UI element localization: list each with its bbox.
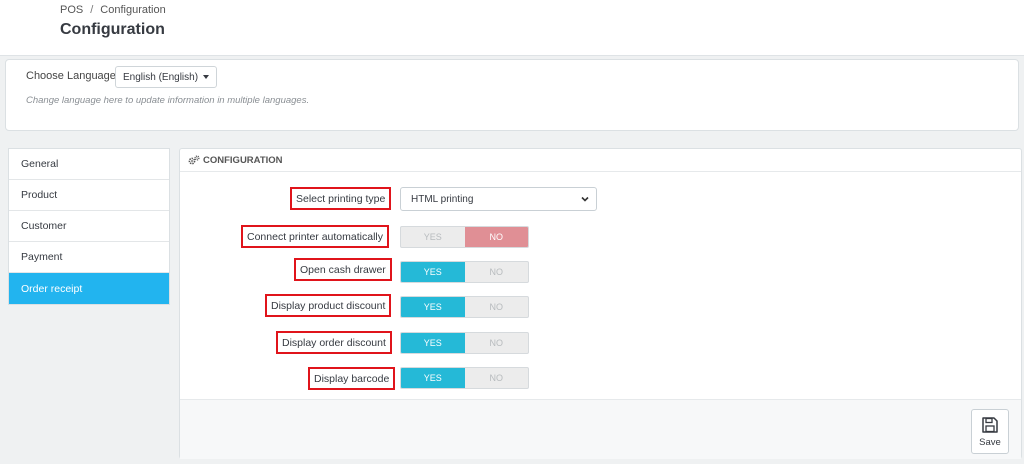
configuration-panel: CONFIGURATION Select printing type HTML … [179,148,1022,459]
connect-printer-label: Connect printer automatically [241,225,389,248]
save-button[interactable]: Save [971,409,1009,454]
tab-payment[interactable]: Payment [9,242,169,273]
language-label: Choose Language [26,70,116,82]
chevron-down-icon [581,196,589,202]
tab-order-receipt[interactable]: Order receipt [9,273,169,304]
order-discount-yes-option[interactable]: YES [401,333,465,353]
breadcrumb-separator: / [90,4,94,16]
product-discount-yes-option[interactable]: YES [401,297,465,317]
order-discount-switch: YES NO [400,332,529,354]
caret-down-icon [203,75,210,79]
save-label: Save [979,436,1001,448]
barcode-no-option[interactable]: NO [465,368,529,388]
connect-printer-no-option[interactable]: NO [464,227,528,247]
tab-general[interactable]: General [9,149,169,180]
barcode-switch: YES NO [400,367,529,389]
product-discount-switch: YES NO [400,296,529,318]
open-cash-drawer-label: Open cash drawer [294,258,392,281]
order-discount-label: Display order discount [276,331,392,354]
panel-heading-text: CONFIGURATION [203,154,283,166]
printing-type-label: Select printing type [290,187,392,210]
panel-footer [180,399,1021,459]
open-cash-drawer-yes-option[interactable]: YES [401,262,465,282]
printing-type-select[interactable]: HTML printing [400,187,597,211]
tab-customer[interactable]: Customer [9,211,169,242]
connect-printer-yes-option[interactable]: YES [401,227,465,247]
open-cash-drawer-switch: YES NO [400,261,529,283]
barcode-label: Display barcode [308,367,396,390]
settings-tabs: General Product Customer Payment Order r… [8,148,170,305]
connect-printer-switch: YES NO [400,226,529,248]
panel-heading: CONFIGURATION [180,149,1021,172]
order-discount-no-option[interactable]: NO [465,333,529,353]
breadcrumb: POS / Configuration [60,4,166,16]
language-selected-value: English (English) [123,71,199,83]
printing-type-value: HTML printing [411,193,474,205]
floppy-disk-icon [982,416,998,433]
tab-product[interactable]: Product [9,180,169,211]
page-header: POS / Configuration Configuration [0,0,1024,56]
breadcrumb-item-pos[interactable]: POS [60,4,83,16]
page-title: Configuration [60,21,165,38]
language-dropdown-button[interactable]: English (English) [115,66,218,88]
breadcrumb-item-configuration: Configuration [100,4,166,16]
product-discount-no-option[interactable]: NO [465,297,529,317]
barcode-yes-option[interactable]: YES [401,368,465,388]
language-help-text: Change language here to update informati… [26,95,310,106]
open-cash-drawer-no-option[interactable]: NO [465,262,529,282]
product-discount-label: Display product discount [265,294,392,317]
cogs-icon [188,155,200,165]
language-panel: Choose Language English (English) Change… [5,59,1019,131]
